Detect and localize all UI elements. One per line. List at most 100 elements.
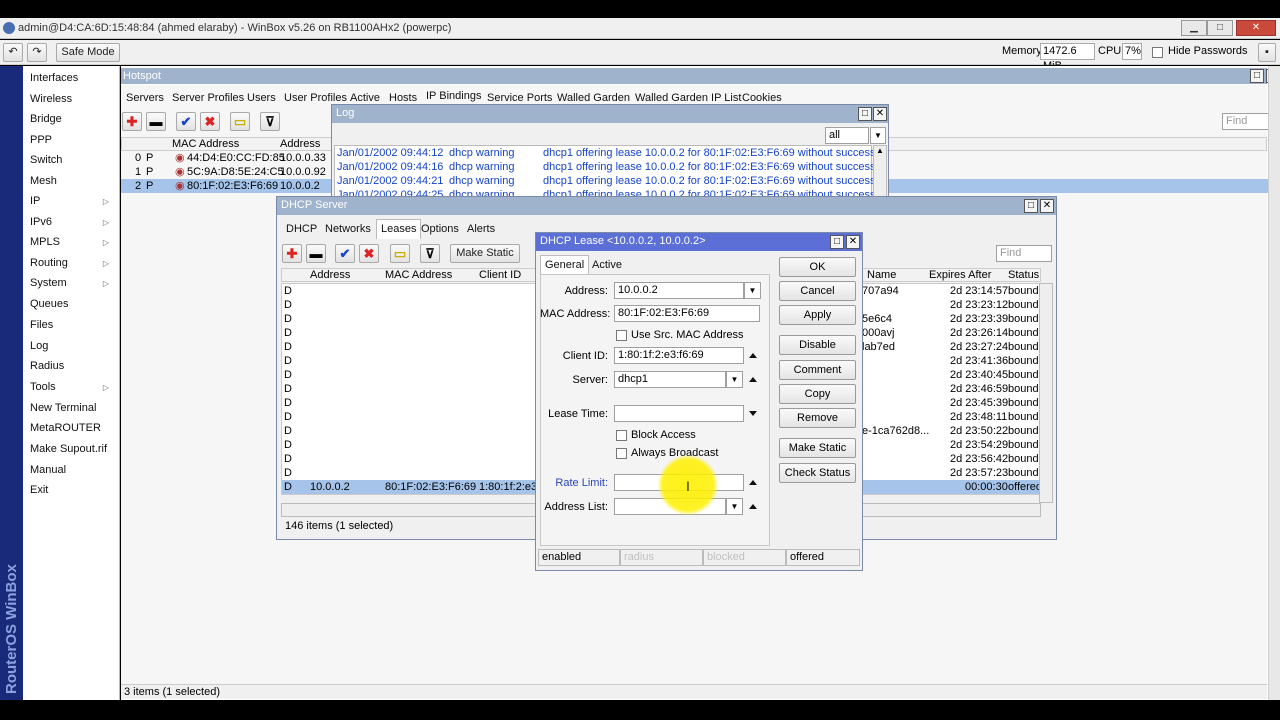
tab-hosts[interactable]: Hosts	[389, 92, 417, 104]
address-input[interactable]: 10.0.0.2	[614, 282, 744, 299]
sidebar-item-interfaces[interactable]: Interfaces	[30, 72, 78, 84]
redo-button[interactable]: ↷	[27, 43, 47, 62]
sidebar-item-system[interactable]: System	[30, 277, 67, 289]
address-list-collapse-icon[interactable]	[749, 504, 757, 509]
log-filter-dropdown-icon[interactable]: ▼	[870, 127, 886, 144]
filter-button[interactable]: ⊽	[260, 112, 280, 131]
lease-time-input[interactable]	[614, 405, 744, 422]
ok-button[interactable]: OK	[779, 257, 856, 277]
lease-remove-button[interactable]: ▬	[306, 244, 326, 263]
lease-comment-button[interactable]: ▭	[390, 244, 410, 263]
sidebar-item-mpls[interactable]: MPLS	[30, 236, 60, 248]
lease-scrollbar[interactable]	[1039, 283, 1053, 503]
log-row[interactable]: Jan/01/2002 09:44:16	[337, 160, 443, 174]
sidebar-item-new-terminal[interactable]: New Terminal	[30, 402, 96, 414]
safe-mode-button[interactable]: Safe Mode	[56, 43, 120, 62]
tab-options[interactable]: Options	[421, 223, 459, 235]
server-dropdown-icon[interactable]: ▼	[726, 371, 743, 388]
tab-general[interactable]: General	[540, 255, 590, 275]
tab-users[interactable]: Users	[247, 92, 276, 104]
hotspot-scrollbar[interactable]	[1268, 66, 1280, 700]
tab-service-ports[interactable]: Service Ports	[487, 92, 552, 104]
lease-dialog-maximize-button[interactable]: □	[830, 235, 844, 249]
maximize-button[interactable]: □	[1207, 20, 1233, 36]
address-dropdown-icon[interactable]: ▼	[744, 282, 761, 299]
close-button[interactable]: ✕	[1236, 20, 1276, 36]
sidebar-item-files[interactable]: Files	[30, 319, 53, 331]
lease-enable-button[interactable]: ✔	[335, 244, 355, 263]
log-maximize-button[interactable]: □	[858, 107, 872, 121]
block-access-checkbox[interactable]	[616, 430, 627, 441]
tab-active[interactable]: Active	[350, 92, 380, 104]
disable-button[interactable]: Disable	[779, 335, 856, 355]
tab-active[interactable]: Active	[592, 259, 622, 271]
cancel-button[interactable]: Cancel	[779, 281, 856, 301]
lease-filter-button[interactable]: ⊽	[420, 244, 440, 263]
sidebar-item-tools[interactable]: Tools	[30, 381, 56, 393]
sidebar-item-ip[interactable]: IP	[30, 195, 40, 207]
rate-limit-collapse-icon[interactable]	[749, 480, 757, 485]
table-row[interactable]: 0P ◉ 44:D4:E0:CC:FD:85 10.0.0.33	[121, 151, 331, 165]
make-static-button[interactable]: Make Static	[779, 438, 856, 458]
apply-button[interactable]: Apply	[779, 305, 856, 325]
sidebar-item-bridge[interactable]: Bridge	[30, 113, 62, 125]
tab-ip-bindings[interactable]: IP Bindings	[426, 90, 481, 102]
comment-button[interactable]: ▭	[230, 112, 250, 131]
comment-button[interactable]: Comment	[779, 360, 856, 380]
remove-button[interactable]: Remove	[779, 408, 856, 428]
sidebar-item-log[interactable]: Log	[30, 340, 48, 352]
disable-button[interactable]: ✖	[200, 112, 220, 131]
server-collapse-icon[interactable]	[749, 377, 757, 382]
tab-server-profiles[interactable]: Server Profiles	[172, 92, 244, 104]
sidebar-item-switch[interactable]: Switch	[30, 154, 62, 166]
use-src-mac-checkbox[interactable]	[616, 330, 627, 341]
copy-button[interactable]: Copy	[779, 384, 856, 404]
log-row[interactable]: Jan/01/2002 09:44:21	[337, 174, 443, 188]
hotspot-maximize-button[interactable]: □	[1250, 69, 1264, 83]
sidebar-item-manual[interactable]: Manual	[30, 464, 66, 476]
tab-leases[interactable]: Leases	[376, 219, 422, 239]
dhcp-close-button[interactable]: ✕	[1040, 199, 1054, 213]
minimize-button[interactable]: ▁	[1181, 20, 1207, 36]
sidebar-item-wireless[interactable]: Wireless	[30, 93, 72, 105]
tab-walled-garden[interactable]: Walled Garden	[557, 92, 630, 104]
always-broadcast-checkbox[interactable]	[616, 448, 627, 459]
lease-disable-button[interactable]: ✖	[359, 244, 379, 263]
lease-time-expand-icon[interactable]	[749, 411, 757, 416]
sidebar-item-mesh[interactable]: Mesh	[30, 175, 57, 187]
sidebar-item-make-supout[interactable]: Make Supout.rif	[30, 443, 107, 455]
add-button[interactable]: ✚	[122, 112, 142, 131]
lease-dialog-close-button[interactable]: ✕	[846, 235, 860, 249]
hide-passwords-checkbox[interactable]	[1152, 47, 1163, 58]
check-status-button[interactable]: Check Status	[779, 463, 856, 483]
sidebar-item-radius[interactable]: Radius	[30, 360, 64, 372]
client-id-collapse-icon[interactable]	[749, 353, 757, 358]
log-filter-select[interactable]: all	[825, 127, 869, 144]
log-scrollbar[interactable]: ▲	[873, 145, 887, 199]
tab-servers[interactable]: Servers	[126, 92, 164, 104]
mac-address-input[interactable]: 80:1F:02:E3:F6:69	[614, 305, 760, 322]
enable-button[interactable]: ✔	[176, 112, 196, 131]
server-select[interactable]: dhcp1	[614, 371, 726, 388]
lease-add-button[interactable]: ✚	[282, 244, 302, 263]
undo-button[interactable]: ↶	[3, 43, 23, 62]
tab-dhcp[interactable]: DHCP	[286, 223, 317, 235]
client-id-input[interactable]: 1:80:1f:2:e3:f6:69	[614, 347, 744, 364]
sidebar-item-routing[interactable]: Routing	[30, 257, 68, 269]
toolbar-menu-button[interactable]: ▪	[1258, 43, 1276, 62]
make-static-toolbar-button[interactable]: Make Static	[450, 244, 520, 263]
sidebar-item-queues[interactable]: Queues	[30, 298, 69, 310]
sidebar-item-metarouter[interactable]: MetaROUTER	[30, 422, 101, 434]
sidebar-item-exit[interactable]: Exit	[30, 484, 48, 496]
log-close-button[interactable]: ✕	[873, 107, 887, 121]
address-list-dropdown-icon[interactable]: ▼	[726, 498, 743, 515]
dhcp-find-input[interactable]: Find	[996, 245, 1052, 262]
tab-alerts[interactable]: Alerts	[467, 223, 495, 235]
table-row[interactable]: 1P ◉ 5C:9A:D8:5E:24:C5 10.0.0.92	[121, 165, 331, 179]
sidebar-item-ipv6[interactable]: IPv6	[30, 216, 52, 228]
remove-button[interactable]: ▬	[146, 112, 166, 131]
tab-user-profiles[interactable]: User Profiles	[284, 92, 347, 104]
sidebar-item-ppp[interactable]: PPP	[30, 134, 52, 146]
dhcp-maximize-button[interactable]: □	[1024, 199, 1038, 213]
tab-walled-garden-ip-list[interactable]: Walled Garden IP List	[635, 92, 741, 104]
